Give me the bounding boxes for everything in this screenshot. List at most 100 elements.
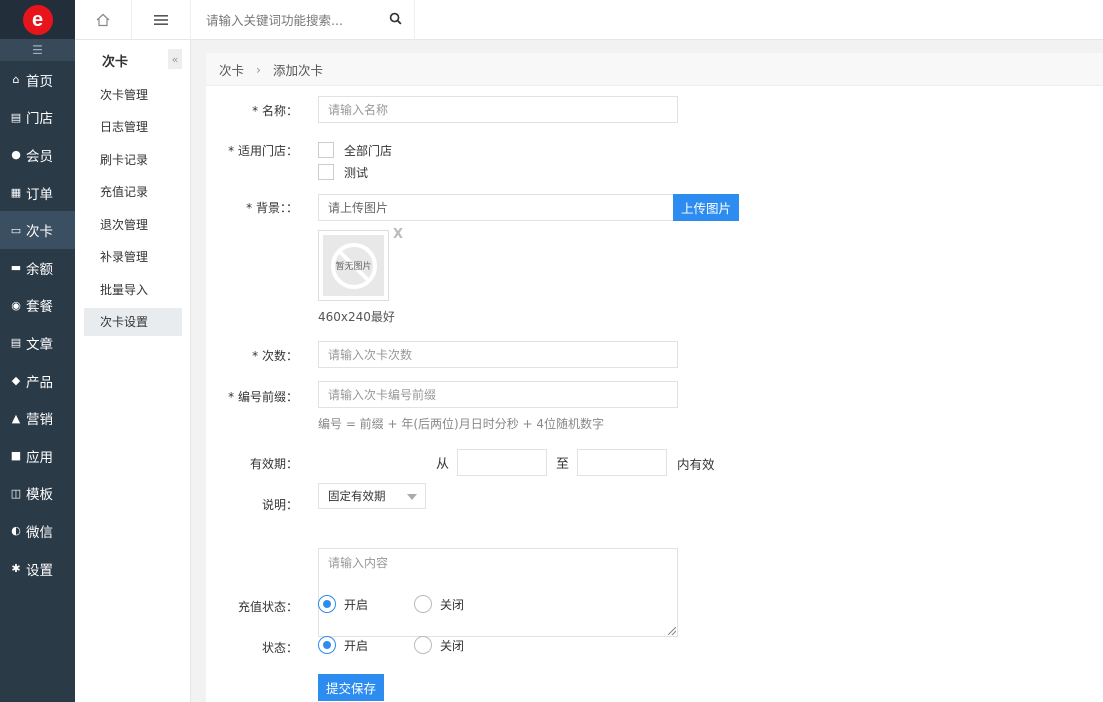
nav-item-label: 文章 [26, 336, 53, 353]
store-test-label: 测试 [344, 165, 369, 180]
validity-label: 有效期： [249, 457, 298, 471]
count-input[interactable]: 请输入次卡次数 [318, 341, 678, 368]
nav-item-2[interactable]: ● 会员 [0, 136, 75, 174]
article-icon: ▤ [10, 336, 22, 350]
sidebar-collapse-icon[interactable]: ☰ [0, 39, 75, 61]
bg-placeholder: 请上传图片 [328, 201, 389, 215]
recharge-status-label: 充值状态： [237, 600, 298, 614]
recharge-on-radio[interactable] [318, 595, 336, 613]
name-label: * 名称： [252, 104, 298, 118]
nav-item-1[interactable]: ▤ 门店 [0, 99, 75, 137]
validity-start-input[interactable] [457, 449, 547, 476]
content-panel: 次卡 › 添加次卡 * 名称： 请输入名称 * 适用门店： 全部门店 测试 * … [206, 53, 1103, 702]
store-all-checkbox[interactable] [318, 142, 334, 158]
nav-item-label: 微信 [26, 524, 53, 541]
package-icon: ◉ [11, 298, 21, 312]
nav-item-label: 会员 [26, 148, 53, 165]
logo[interactable]: e [22, 4, 53, 35]
nav-item-label: 套餐 [26, 299, 53, 316]
nav-item-label: 首页 [26, 73, 53, 90]
store-icon: ▤ [10, 110, 22, 124]
card-icon: ▭ [10, 223, 22, 237]
from-label: 从 [436, 457, 450, 472]
subnav-item-6[interactable]: 批量导入 [84, 275, 182, 303]
upload-image-button[interactable]: 上传图片 [673, 194, 739, 221]
store-test-checkbox[interactable] [318, 164, 334, 180]
nav-item-10[interactable]: ■ 应用 [0, 437, 75, 475]
subnav-item-2[interactable]: 刷卡记录 [84, 145, 182, 173]
no-image-placeholder: 暂无图片 [323, 235, 384, 296]
status-off-label: 关闭 [440, 638, 465, 653]
nav-item-label: 订单 [26, 186, 53, 203]
home-icon: ⌂ [12, 73, 20, 87]
collapse-subnav-icon[interactable]: « [168, 49, 182, 69]
count-placeholder: 请输入次卡次数 [328, 348, 413, 362]
nav-item-13[interactable]: ✱ 设置 [0, 550, 75, 588]
menu-icon[interactable] [132, 0, 191, 40]
resize-handle-icon[interactable] [668, 627, 676, 635]
name-placeholder: 请输入名称 [328, 103, 389, 117]
nav-item-label: 次卡 [26, 224, 53, 241]
subnav-item-3[interactable]: 充值记录 [84, 178, 182, 206]
subnav-item-5[interactable]: 补录管理 [84, 243, 182, 271]
status-on-radio[interactable] [318, 636, 336, 654]
validity-end-input[interactable] [577, 449, 667, 476]
nav-item-9[interactable]: ▲ 营销 [0, 399, 75, 437]
within-label: 内有效 [677, 457, 715, 472]
desc-label: 说明： [261, 498, 298, 512]
recharge-on-label: 开启 [344, 597, 369, 612]
status-on-label: 开启 [344, 638, 369, 653]
remove-image-icon[interactable]: X [393, 227, 403, 242]
nav-item-8[interactable]: ◆ 产品 [0, 362, 75, 400]
breadcrumb-current: 添加次卡 [273, 62, 324, 78]
status-group: 开启 关闭 [318, 636, 464, 654]
search-box [191, 0, 415, 40]
submit-save-button[interactable]: 提交保存 [318, 674, 384, 701]
status-off-radio[interactable] [414, 636, 433, 654]
description-textarea[interactable]: 请输入内容 [318, 548, 678, 637]
nav-item-label: 产品 [26, 374, 53, 391]
nav-item-label: 模板 [26, 487, 53, 504]
search-icon[interactable] [389, 12, 402, 25]
template-icon: ◫ [10, 486, 22, 500]
nav-item-label: 设置 [26, 562, 53, 579]
nav-item-0[interactable]: ⌂ 首页 [0, 61, 75, 99]
top-bar [75, 0, 1103, 40]
breadcrumb-separator: › [256, 61, 262, 77]
image-preview: 暂无图片 [318, 230, 389, 301]
status-label: 状态： [261, 641, 298, 655]
nav-item-label: 余额 [26, 261, 53, 278]
subnav-item-1[interactable]: 日志管理 [84, 113, 182, 141]
bg-label: * 背景：： [246, 201, 298, 215]
validity-select[interactable]: 固定有效期 [318, 483, 426, 509]
logo-letter: e [31, 8, 44, 31]
subnav-item-0[interactable]: 次卡管理 [84, 80, 182, 108]
prefix-label: * 编号前缀： [228, 390, 298, 404]
prefix-input[interactable]: 请输入次卡编号前缀 [318, 381, 678, 408]
bg-input[interactable]: 请上传图片 [318, 194, 674, 221]
nav-item-11[interactable]: ◫ 模板 [0, 475, 75, 513]
nav-item-4[interactable]: ▭ 次卡 [0, 211, 75, 249]
subnav-item-7[interactable]: 次卡设置 [84, 307, 182, 336]
nav-item-7[interactable]: ▤ 文章 [0, 324, 75, 362]
recharge-status-group: 开启 关闭 [318, 595, 464, 613]
subnav-item-4[interactable]: 退次管理 [84, 210, 182, 238]
logo-area: e [0, 0, 75, 39]
name-input[interactable]: 请输入名称 [318, 96, 678, 123]
breadcrumb-parent[interactable]: 次卡 [219, 60, 244, 79]
nav-item-12[interactable]: ◐ 微信 [0, 512, 75, 550]
home-icon[interactable] [75, 0, 132, 40]
breadcrumb: 次卡 › 添加次卡 [206, 53, 1103, 86]
prefix-hint: 编号 = 前缀 + 年(后两位)月日时分秒 + 4位随机数字 [318, 417, 605, 431]
thumbs-up-icon: ▲ [11, 411, 21, 425]
secondary-sidebar: 次卡 « 次卡管理 日志管理 刷卡记录 充值记录 退次管理 补录管理 批量导入 次卡设置 [75, 0, 191, 702]
search-input[interactable] [191, 1, 371, 39]
recharge-off-label: 关闭 [440, 597, 465, 612]
nav-item-5[interactable]: ▬ 余额 [0, 249, 75, 287]
nav-item-3[interactable]: ▦ 订单 [0, 174, 75, 212]
recharge-off-radio[interactable] [414, 595, 433, 613]
validity-select-value: 固定有效期 [328, 489, 386, 503]
user-icon: ● [11, 148, 21, 162]
nav-item-label: 应用 [26, 449, 53, 466]
nav-item-6[interactable]: ◉ 套餐 [0, 287, 75, 325]
